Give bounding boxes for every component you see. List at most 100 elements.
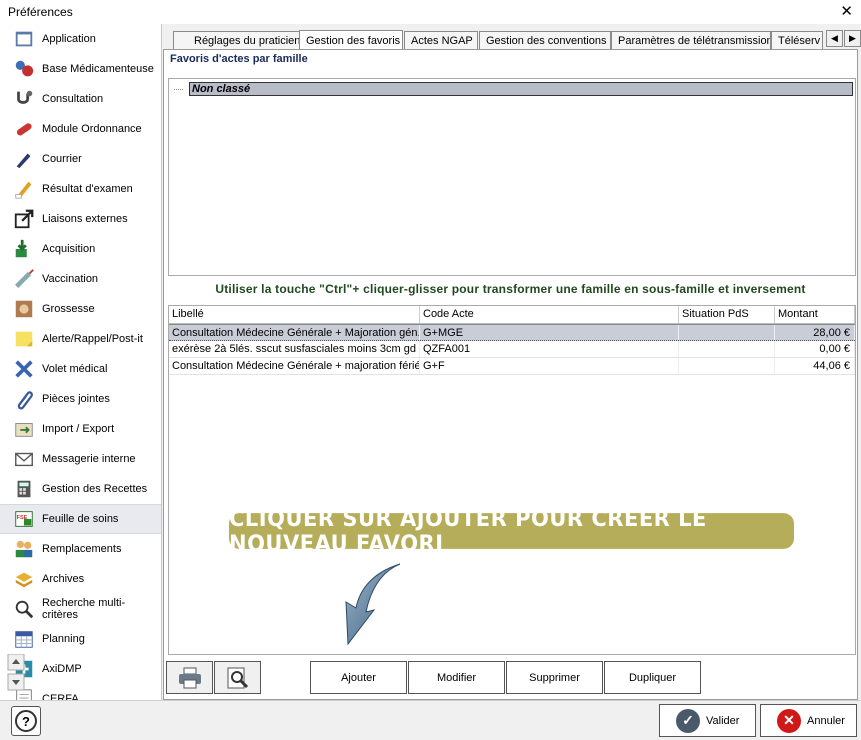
sidebar-item-label: Planning — [42, 633, 85, 645]
print-button[interactable] — [166, 661, 213, 694]
printer-icon — [178, 667, 201, 688]
paperclip-icon — [12, 387, 36, 411]
sidebar: Application Base Médicamenteuse Consultati… — [0, 24, 162, 700]
sidebar-item[interactable]: Alerte/Rappel/Post-it — [0, 324, 161, 354]
sidebar-item-label: Import / Export — [42, 423, 115, 435]
drag-hint: Utiliser la touche "Ctrl"+ cliquer-gliss… — [215, 282, 806, 296]
sidebar-item[interactable]: Application — [0, 24, 161, 54]
import-export-icon — [12, 417, 36, 441]
sidebar-item[interactable]: Messagerie interne — [0, 444, 161, 474]
application-icon — [12, 27, 36, 51]
sidebar-item[interactable]: Consultation — [0, 84, 161, 114]
sidebar-item[interactable]: Planning — [0, 624, 161, 654]
tab-scroll-right-icon[interactable]: ▶ — [844, 30, 861, 47]
sidebar-item[interactable]: Recherche multi-critères — [0, 594, 161, 624]
tab-gestion-conventions[interactable]: Gestion des conventions — [479, 31, 611, 50]
sidebar-item[interactable]: Vaccination — [0, 264, 161, 294]
tab-label: Téléserv — [778, 35, 821, 47]
validate-label: Valider — [706, 714, 740, 727]
column-header[interactable]: Situation PdS — [679, 306, 775, 323]
syringe-icon — [12, 267, 36, 291]
duplicate-button[interactable]: Dupliquer — [604, 661, 701, 694]
sidebar-item-label: Remplacements — [42, 543, 122, 555]
preview-button[interactable] — [214, 661, 261, 694]
sidebar-item[interactable]: Volet médical — [0, 354, 161, 384]
favorites-panel: Favoris d'actes par famille ····· Non cl… — [163, 49, 858, 700]
cancel-button[interactable]: ✕ Annuler — [760, 704, 857, 737]
sidebar-item[interactable]: Acquisition — [0, 234, 161, 264]
sidebar-item-label: Grossesse — [42, 303, 95, 315]
table-cell: Consultation Médecine Générale + Majorat… — [169, 325, 420, 340]
tree-node-label: Non classé — [189, 82, 853, 96]
add-button[interactable]: Ajouter — [310, 661, 407, 694]
tab-parametres-teletransmission[interactable]: Paramètres de télétransmission — [611, 31, 771, 50]
cross-icon — [12, 357, 36, 381]
check-icon: ✓ — [676, 708, 700, 733]
medication-base-icon — [12, 57, 36, 81]
tab-actes-ngap[interactable]: Actes NGAP — [404, 31, 478, 50]
down-left-arrow-icon — [345, 563, 401, 646]
sidebar-item[interactable]: Module Ordonnance — [0, 114, 161, 144]
sidebar-item[interactable]: Import / Export — [0, 414, 161, 444]
sidebar-item-label: Vaccination — [42, 273, 99, 285]
sidebar-item-label: AxiDMP — [42, 663, 82, 675]
sidebar-item[interactable]: Pièces jointes — [0, 384, 161, 414]
sidebar-item-label: Courrier — [42, 153, 82, 165]
help-button[interactable]: ? — [11, 706, 41, 736]
tab-label: Gestion des conventions — [486, 35, 607, 47]
table-row[interactable]: Consultation Médecine Générale + majorat… — [169, 358, 855, 375]
tree-node[interactable]: ····· Non classé — [173, 82, 853, 96]
window-title: Préférences — [8, 5, 73, 19]
sidebar-item-label: Acquisition — [42, 243, 96, 255]
column-header[interactable]: Libellé — [169, 306, 420, 323]
sidebar-item-label: Consultation — [42, 93, 104, 105]
sidebar-item[interactable]: FSE Feuille de soins — [0, 504, 161, 534]
tab-scroll: ◀ ▶ — [825, 30, 861, 47]
column-header[interactable]: Montant — [775, 306, 855, 323]
sidebar-item-label: Gestion des Recettes — [42, 483, 148, 495]
help-icon: ? — [15, 710, 37, 732]
table-header: Libellé Code Acte Situation PdS Montant — [169, 306, 855, 324]
sidebar-scroll-arrows-icon[interactable] — [6, 654, 26, 700]
tab-gestion-favoris[interactable]: Gestion des favoris — [299, 30, 403, 50]
sidebar-item[interactable]: Résultat d'examen — [0, 174, 161, 204]
validate-button[interactable]: ✓ Valider — [659, 704, 756, 737]
sidebar-item[interactable]: Remplacements — [0, 534, 161, 564]
sidebar-item-label: Application — [42, 33, 96, 45]
mail-icon — [12, 447, 36, 471]
sidebar-item[interactable]: Gestion des Recettes — [0, 474, 161, 504]
tab-bar: Réglages du praticien Gestion des favori… — [163, 28, 861, 50]
pen-icon — [12, 147, 36, 171]
tab-teleservice[interactable]: Téléserv — [771, 31, 823, 50]
search-icon — [12, 597, 36, 621]
sidebar-item[interactable]: Liaisons externes — [0, 204, 161, 234]
calendar-icon — [12, 627, 36, 651]
edit-button[interactable]: Modifier — [408, 661, 505, 694]
table-cell: exérèse 2à 5lés. sscut susfasciales moin… — [169, 341, 420, 357]
stethoscope-icon — [12, 87, 36, 111]
tab-scroll-left-icon[interactable]: ◀ — [826, 30, 843, 47]
sidebar-item-label: Messagerie interne — [42, 453, 136, 465]
column-header[interactable]: Code Acte — [420, 306, 679, 323]
sidebar-item[interactable]: Base Médicamenteuse — [0, 54, 161, 84]
favorites-table[interactable]: Libellé Code Acte Situation PdS Montant … — [168, 305, 856, 655]
family-tree[interactable]: ····· Non classé — [168, 78, 856, 276]
sidebar-item-label: Pièces jointes — [42, 393, 110, 405]
table-row[interactable]: Consultation Médecine Générale + Majorat… — [169, 324, 855, 341]
sidebar-item-label: Module Ordonnance — [42, 123, 142, 135]
external-link-icon — [12, 207, 36, 231]
sidebar-item[interactable]: Archives — [0, 564, 161, 594]
delete-button[interactable]: Supprimer — [506, 661, 603, 694]
sidebar-item[interactable]: Courrier — [0, 144, 161, 174]
sidebar-item[interactable]: Grossesse — [0, 294, 161, 324]
close-icon[interactable]: ✕ — [840, 2, 853, 20]
pencil-icon — [12, 177, 36, 201]
footer-bar: ? ✓ Valider ✕ Annuler — [0, 700, 861, 740]
cancel-x-icon: ✕ — [777, 708, 801, 733]
tree-connector-icon: ····· — [173, 84, 184, 94]
post-it-icon — [12, 327, 36, 351]
table-row[interactable]: exérèse 2à 5lés. sscut susfasciales moin… — [169, 341, 855, 358]
sidebar-item-label: Résultat d'examen — [42, 183, 133, 195]
sidebar-list: Application Base Médicamenteuse Consultati… — [0, 24, 161, 700]
tab-reglages-praticien[interactable]: Réglages du praticien — [173, 31, 301, 50]
